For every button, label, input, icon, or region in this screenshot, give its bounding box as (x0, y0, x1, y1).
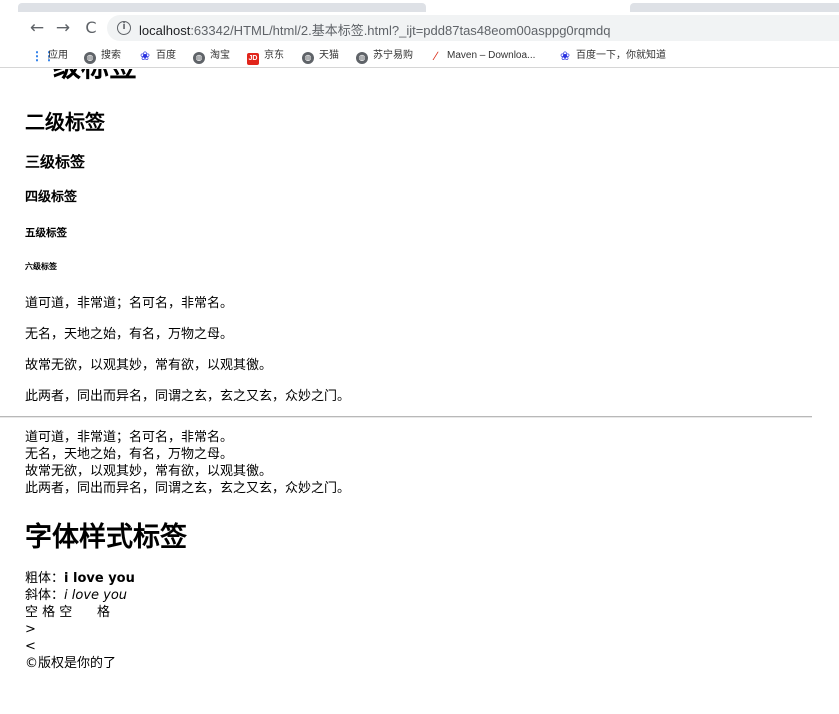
bookmark-label: Maven – Downloa... (447, 50, 536, 61)
bookmark-label: 天猫 (319, 50, 339, 61)
reload-button[interactable]: C (80, 17, 102, 39)
text-line: 此两者，同出而异名，同谓之玄，玄之又玄，众妙之门。 (25, 481, 351, 496)
paragraph: 道可道，非常道；名可名，非常名。 (25, 296, 234, 311)
arrow-left-icon: ← (29, 18, 45, 38)
italic-text: i love you (64, 588, 128, 603)
less-than-example: < (25, 639, 36, 654)
greater-than-example: > (25, 622, 36, 637)
apps-grid-icon: ⋮⋮ (31, 49, 55, 63)
maven-feather-icon: ∕ (434, 49, 437, 63)
bookmark-baidu[interactable]: ❀ 百度 (139, 48, 176, 64)
bookmark-label: 应用 (48, 50, 68, 61)
text-line: 道可道，非常道；名可名，非常名。 (25, 430, 234, 445)
baidu-paw-icon: ❀ (139, 49, 151, 63)
bookmark-baidu-search[interactable]: ❀ 百度一下，你就知道 (559, 48, 666, 64)
bookmark-suning[interactable]: ◍ 苏宁易购 (356, 48, 413, 64)
heading-level-1: 一级标签 (25, 69, 137, 84)
arrow-right-icon: → (55, 18, 71, 38)
url-text[interactable]: localhost:63342/HTML/html/2.基本标签.html?_i… (139, 20, 611, 39)
bookmark-search[interactable]: ◍ 搜索 (84, 48, 121, 64)
bookmarks-bar: ⋮⋮应用 ◍ 搜索 ❀ 百度 ◍ 淘宝 JD 京东 ◍ 天猫 ◍ 苏宁易购 ∕ Maven –… (0, 44, 839, 68)
bookmark-maven[interactable]: ∕ Maven – Downloa... (430, 48, 535, 64)
bold-label: 粗体： (25, 571, 65, 586)
inactive-tab[interactable] (630, 3, 839, 12)
italic-example: 斜体：i love you (25, 587, 135, 604)
bookmark-label: 淘宝 (210, 50, 230, 61)
line-break-block: 道可道，非常道；名可名，非常名。 无名，天地之始，有名，万物之母。 故常无欲，以… (25, 429, 350, 497)
address-bar[interactable]: i localhost:63342/HTML/html/2.基本标签.html?… (107, 15, 839, 41)
active-tab[interactable] (18, 3, 426, 12)
heading-level-5: 五级标签 (25, 227, 67, 239)
bold-text: i love you (64, 571, 135, 586)
italic-label: 斜体： (25, 588, 65, 603)
browser-toolbar: ← → C i localhost:63342/HTML/html/2.基本标签… (0, 12, 839, 44)
url-host: localhost (139, 23, 191, 38)
url-path: :63342/HTML/html/2.基本标签.html?_ijt=pdd87t… (190, 23, 611, 38)
bookmark-label: 搜索 (101, 50, 121, 61)
bookmark-jd[interactable]: JD 京东 (247, 48, 284, 65)
paragraph: 故常无欲，以观其妙，常有欲，以观其徼。 (25, 358, 273, 373)
font-style-examples: 粗体：i love you 斜体：i love you 空 格 空 格 > < … (25, 570, 135, 672)
paragraph: 此两者，同出而异名，同谓之玄，玄之又玄，众妙之门。 (25, 389, 351, 404)
globe-icon: ◍ (302, 52, 314, 64)
reload-icon: C (85, 18, 97, 37)
heading-level-6: 六级标签 (25, 262, 57, 271)
baidu-paw-icon: ❀ (559, 49, 571, 63)
page-viewport: 一级标签 二级标签 三级标签 四级标签 五级标签 六级标签 道可道，非常道；名可… (0, 69, 839, 714)
bookmark-label: 苏宁易购 (373, 50, 413, 61)
jd-icon: JD (247, 53, 259, 65)
globe-icon: ◍ (193, 52, 205, 64)
text-line: 故常无欲，以观其妙，常有欲，以观其徼。 (25, 464, 273, 479)
font-style-heading: 字体样式标签 (25, 522, 187, 553)
info-icon[interactable]: i (117, 21, 131, 35)
spaces-example: 空 格 空 格 (25, 605, 111, 620)
heading-level-3: 三级标签 (25, 153, 86, 171)
copyright-example: ©版权是你的了 (25, 656, 117, 671)
paragraph: 无名，天地之始，有名，万物之母。 (25, 327, 234, 342)
bookmark-label: 京东 (264, 50, 284, 61)
heading-level-4: 四级标签 (25, 190, 78, 205)
horizontal-rule (0, 416, 812, 418)
heading-level-2: 二级标签 (25, 110, 105, 134)
back-button[interactable]: ← (26, 17, 48, 39)
bookmark-tmall[interactable]: ◍ 天猫 (302, 48, 339, 64)
forward-button[interactable]: → (52, 17, 74, 39)
tab-strip (0, 0, 839, 12)
globe-icon: ◍ (356, 52, 368, 64)
text-line: 无名，天地之始，有名，万物之母。 (25, 447, 234, 462)
globe-icon: ◍ (84, 52, 96, 64)
bold-example: 粗体：i love you (25, 570, 135, 587)
bookmark-label: 百度一下，你就知道 (576, 50, 666, 61)
bookmark-label: 百度 (156, 50, 176, 61)
bookmark-taobao[interactable]: ◍ 淘宝 (193, 48, 230, 64)
bookmark-apps[interactable]: ⋮⋮应用 (31, 48, 68, 64)
